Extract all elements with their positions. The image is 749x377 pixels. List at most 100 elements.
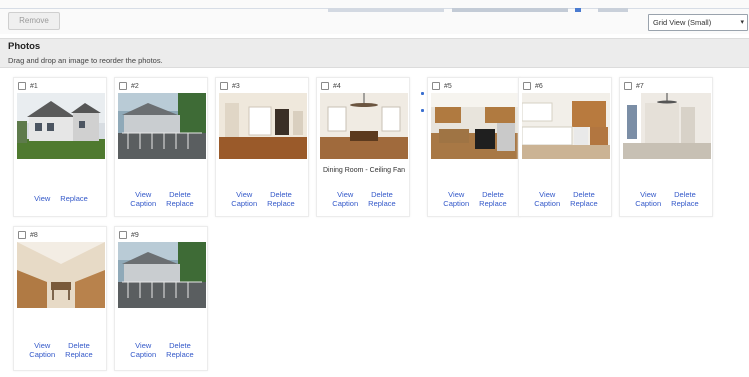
photo-card[interactable]: #7 View Caption Delete Replace <box>619 77 713 217</box>
top-tab[interactable] <box>452 8 568 12</box>
caption-link[interactable]: Caption <box>130 199 156 208</box>
replace-link[interactable]: Replace <box>368 199 396 208</box>
photo-thumbnail-bedroom[interactable] <box>623 93 711 159</box>
photo-actions-col: View Caption <box>130 341 156 359</box>
photo-thumbnail-attic[interactable] <box>17 242 105 308</box>
photo-card[interactable]: #5 View Caption Delete Replace <box>427 77 521 217</box>
delete-link[interactable]: Delete <box>674 190 696 199</box>
caption-link[interactable]: Caption <box>231 199 257 208</box>
photo-checkbox[interactable] <box>523 82 531 90</box>
chevron-down-icon: ▾ <box>740 19 744 26</box>
photo-card[interactable]: #1 View Replace <box>13 77 107 217</box>
photo-card-header: #3 <box>220 81 240 91</box>
photo-checkbox[interactable] <box>119 231 127 239</box>
replace-link[interactable]: Replace <box>570 199 598 208</box>
view-mode-value: Grid View (Small) <box>653 18 712 27</box>
photo-number: #7 <box>636 82 644 90</box>
delete-link[interactable]: Delete <box>573 190 595 199</box>
replace-link[interactable]: Replace <box>65 350 93 359</box>
photo-actions: View Caption Delete Replace <box>519 190 613 208</box>
photo-thumbnail-exterior[interactable] <box>17 93 105 159</box>
replace-link[interactable]: Replace <box>267 199 295 208</box>
view-link[interactable]: View <box>34 194 50 203</box>
photo-card[interactable]: #9 View Caption Delete Replace <box>114 226 208 371</box>
view-link[interactable]: View <box>539 190 555 199</box>
view-link[interactable]: View <box>135 341 151 350</box>
photo-card[interactable]: #8 View Caption Delete Replace <box>13 226 107 371</box>
caption-link[interactable]: Caption <box>130 350 156 359</box>
photo-number: #8 <box>30 231 38 239</box>
view-link[interactable]: View <box>135 190 151 199</box>
replace-link[interactable]: Replace <box>60 194 88 203</box>
photo-card[interactable]: #6 View Caption Delete Replace <box>518 77 612 217</box>
photo-caption: Dining Room - Ceiling Fan <box>322 167 406 174</box>
photo-actions-col: View Caption <box>130 190 156 208</box>
photo-thumbnail-living-room[interactable] <box>219 93 307 159</box>
photo-checkbox[interactable] <box>432 82 440 90</box>
photo-number: #5 <box>444 82 452 90</box>
caption-link[interactable]: Caption <box>443 199 469 208</box>
photo-actions-col: Delete Replace <box>166 341 194 359</box>
view-mode-select[interactable]: Grid View (Small) ▾ <box>648 14 748 31</box>
view-link[interactable]: View <box>448 190 464 199</box>
view-link[interactable]: View <box>236 190 252 199</box>
drag-handle[interactable] <box>421 92 424 126</box>
view-link[interactable]: View <box>337 190 353 199</box>
photo-checkbox[interactable] <box>624 82 632 90</box>
photo-actions-col: Delete Replace <box>671 190 699 208</box>
delete-link[interactable]: Delete <box>371 190 393 199</box>
photo-card-header: #7 <box>624 81 644 91</box>
photo-card-header: #5 <box>432 81 452 91</box>
replace-link[interactable]: Replace <box>479 199 507 208</box>
delete-link[interactable]: Delete <box>169 190 191 199</box>
delete-link[interactable]: Delete <box>270 190 292 199</box>
photo-card[interactable]: #3 View Caption Delete Replace <box>215 77 309 217</box>
top-tab-active[interactable] <box>575 8 581 12</box>
photo-actions: View Caption Delete Replace <box>216 190 310 208</box>
photo-actions-col: View Caption <box>443 190 469 208</box>
photo-number: #1 <box>30 82 38 90</box>
photos-section-header: Photos Drag and drop an image to reorder… <box>0 38 749 68</box>
photo-checkbox[interactable] <box>220 82 228 90</box>
caption-link[interactable]: Caption <box>29 350 55 359</box>
delete-link[interactable]: Delete <box>169 341 191 350</box>
photo-actions: View Caption Delete Replace <box>317 190 411 208</box>
remove-button[interactable]: Remove <box>8 12 60 30</box>
delete-link[interactable]: Delete <box>68 341 90 350</box>
photo-thumbnail-deck-2[interactable] <box>118 242 206 308</box>
replace-link[interactable]: Replace <box>166 199 194 208</box>
photo-checkbox[interactable] <box>119 82 127 90</box>
photo-manager-page: Remove Grid View (Small) ▾ Photos Drag a… <box>0 0 749 377</box>
caption-link[interactable]: Caption <box>534 199 560 208</box>
caption-link[interactable]: Caption <box>332 199 358 208</box>
photo-checkbox[interactable] <box>18 231 26 239</box>
replace-link[interactable]: Replace <box>671 199 699 208</box>
photo-actions: View Caption Delete Replace <box>115 341 209 359</box>
photo-thumbnail-dining-room[interactable] <box>320 93 408 159</box>
photo-card[interactable]: #4 Dining Room - Ceiling Fan View Captio… <box>316 77 410 217</box>
photo-actions: View Caption Delete Replace <box>428 190 522 208</box>
photo-card-header: #6 <box>523 81 543 91</box>
photo-actions: View Caption Delete Replace <box>14 341 108 359</box>
photo-thumbnail-kitchen[interactable] <box>431 93 519 159</box>
photo-actions-col: View Caption <box>635 190 661 208</box>
photo-actions: View Replace <box>14 194 108 203</box>
photo-actions-col: Delete Replace <box>267 190 295 208</box>
photo-actions-col: Delete Replace <box>368 190 396 208</box>
photo-checkbox[interactable] <box>321 82 329 90</box>
photo-actions-col: View Caption <box>534 190 560 208</box>
view-link[interactable]: View <box>640 190 656 199</box>
section-subtitle: Drag and drop an image to reorder the ph… <box>8 56 163 65</box>
photo-checkbox[interactable] <box>18 82 26 90</box>
view-link[interactable]: View <box>34 341 50 350</box>
photo-thumbnail-kitchen-2[interactable] <box>522 93 610 159</box>
caption-link[interactable]: Caption <box>635 199 661 208</box>
photo-card[interactable]: #2 View Caption Delete Replace <box>114 77 208 217</box>
photo-actions: View Caption Delete Replace <box>115 190 209 208</box>
photo-thumbnail-deck[interactable] <box>118 93 206 159</box>
replace-link[interactable]: Replace <box>166 350 194 359</box>
photo-actions-col: Delete Replace <box>65 341 93 359</box>
top-tab[interactable] <box>598 8 628 12</box>
delete-link[interactable]: Delete <box>482 190 504 199</box>
top-tab[interactable] <box>328 8 444 12</box>
